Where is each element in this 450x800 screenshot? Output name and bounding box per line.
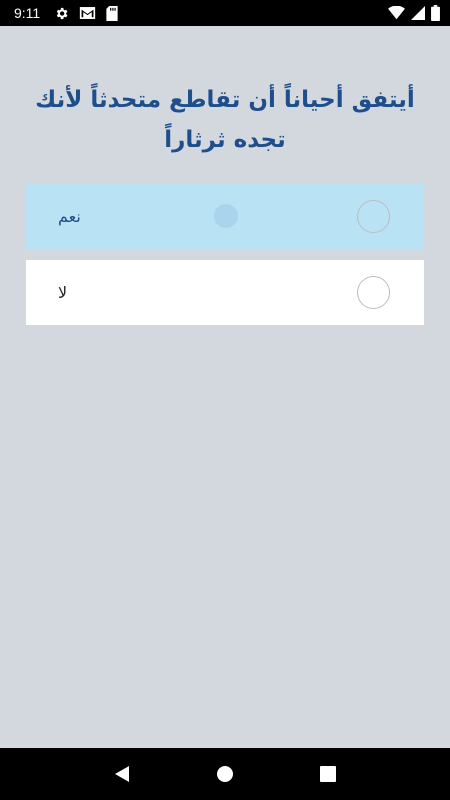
status-time: 9:11 bbox=[14, 5, 41, 21]
gmail-icon bbox=[79, 6, 96, 20]
option-label: لا bbox=[58, 283, 68, 302]
wifi-icon bbox=[388, 6, 405, 20]
recents-icon[interactable] bbox=[308, 754, 348, 794]
option-no[interactable]: لا bbox=[26, 260, 424, 325]
touch-ripple bbox=[214, 204, 238, 228]
status-bar: 9:11 bbox=[0, 0, 450, 26]
status-bar-right bbox=[388, 5, 440, 21]
navigation-bar bbox=[0, 748, 450, 800]
signal-icon bbox=[411, 6, 425, 20]
home-icon[interactable] bbox=[205, 754, 245, 794]
option-label: نعم bbox=[58, 207, 81, 226]
gear-icon bbox=[54, 6, 69, 21]
option-yes[interactable]: نعم bbox=[26, 184, 424, 249]
question-text: أيتفق أحياناً أن تقاطع متحدثاً لأنك تجده… bbox=[35, 87, 415, 153]
back-icon[interactable] bbox=[102, 754, 142, 794]
survey-screen: أيتفق أحياناً أن تقاطع متحدثاً لأنك تجده… bbox=[0, 26, 450, 748]
status-bar-left: 9:11 bbox=[14, 5, 118, 21]
sd-card-icon bbox=[106, 5, 118, 21]
battery-icon bbox=[431, 5, 440, 21]
answer-options: نعم لا bbox=[26, 184, 424, 336]
radio-button-yes[interactable] bbox=[357, 200, 390, 233]
radio-button-no[interactable] bbox=[357, 276, 390, 309]
